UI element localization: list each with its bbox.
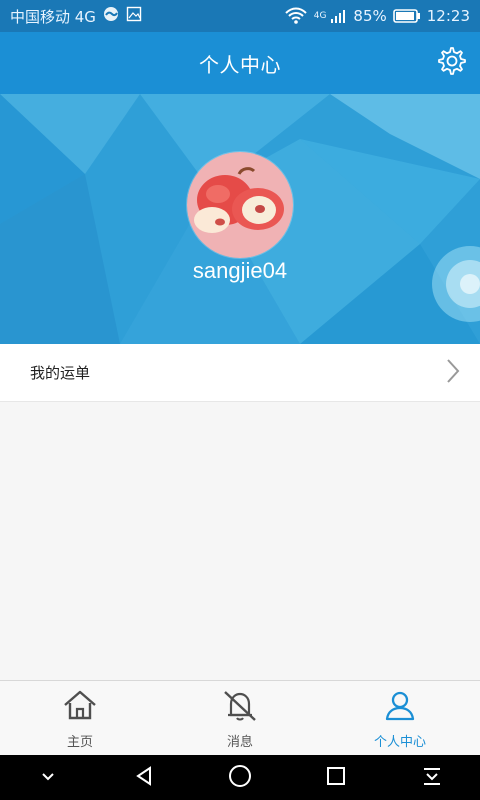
gallery-icon <box>126 6 142 26</box>
wifi-icon <box>284 7 308 25</box>
avatar[interactable] <box>187 152 293 258</box>
nav-messages[interactable]: 消息 <box>160 681 320 755</box>
carrier-label: 中国移动 4G <box>10 7 96 26</box>
chevron-down-icon <box>39 767 57 789</box>
back-icon <box>132 764 156 792</box>
bell-muted-icon <box>220 687 260 727</box>
nav-personal-center-label: 个人中心 <box>373 734 426 750</box>
bottom-navigation: 主页 消息 个人中心 <box>0 680 480 755</box>
menu-item-label: 我的运单 <box>30 364 91 382</box>
battery-icon <box>392 8 421 24</box>
chevron-right-icon <box>444 357 462 389</box>
status-left: 中国移动 4G <box>10 5 142 27</box>
avatar-image <box>187 152 293 258</box>
nav-messages-label: 消息 <box>226 734 253 750</box>
app-header: 个人中心 <box>0 32 480 94</box>
system-home-button[interactable] <box>218 758 262 798</box>
settings-button[interactable] <box>436 47 468 79</box>
username: sangjie04 <box>192 258 288 283</box>
nav-personal-center[interactable]: 个人中心 <box>320 681 480 755</box>
nav-home-label: 主页 <box>66 734 93 750</box>
battery-percent: 85% <box>353 7 387 25</box>
recent-apps-icon <box>324 764 348 792</box>
clock: 12:23 <box>426 7 470 25</box>
signal-icon <box>329 7 347 25</box>
system-dropdown-button[interactable] <box>26 758 70 798</box>
system-recent-apps-button[interactable] <box>314 758 358 798</box>
user-icon <box>380 687 420 727</box>
empty-content-area <box>0 402 480 680</box>
page-title: 个人中心 <box>199 52 281 77</box>
status-right: 4G 85% 12:23 <box>284 7 470 25</box>
system-navigation-bar <box>0 755 480 800</box>
weather-icon <box>102 5 120 27</box>
network-type-label: 4G <box>313 11 327 21</box>
profile-hero: sangjie04 <box>0 94 480 344</box>
home-icon <box>60 687 100 727</box>
system-back-button[interactable] <box>122 758 166 798</box>
nav-home[interactable]: 主页 <box>0 681 160 755</box>
system-notification-button[interactable] <box>410 758 454 798</box>
menu-item-waybills[interactable]: 我的运单 <box>0 344 480 402</box>
notification-pull-icon <box>420 764 444 792</box>
gear-icon <box>437 46 467 80</box>
home-circle-icon <box>226 762 254 794</box>
personal-center-screen: 中国移动 4G 4G 85% 12:23 个人中心 sangjie04 我的运单… <box>0 0 480 800</box>
status-bar: 中国移动 4G 4G 85% 12:23 <box>0 0 480 32</box>
